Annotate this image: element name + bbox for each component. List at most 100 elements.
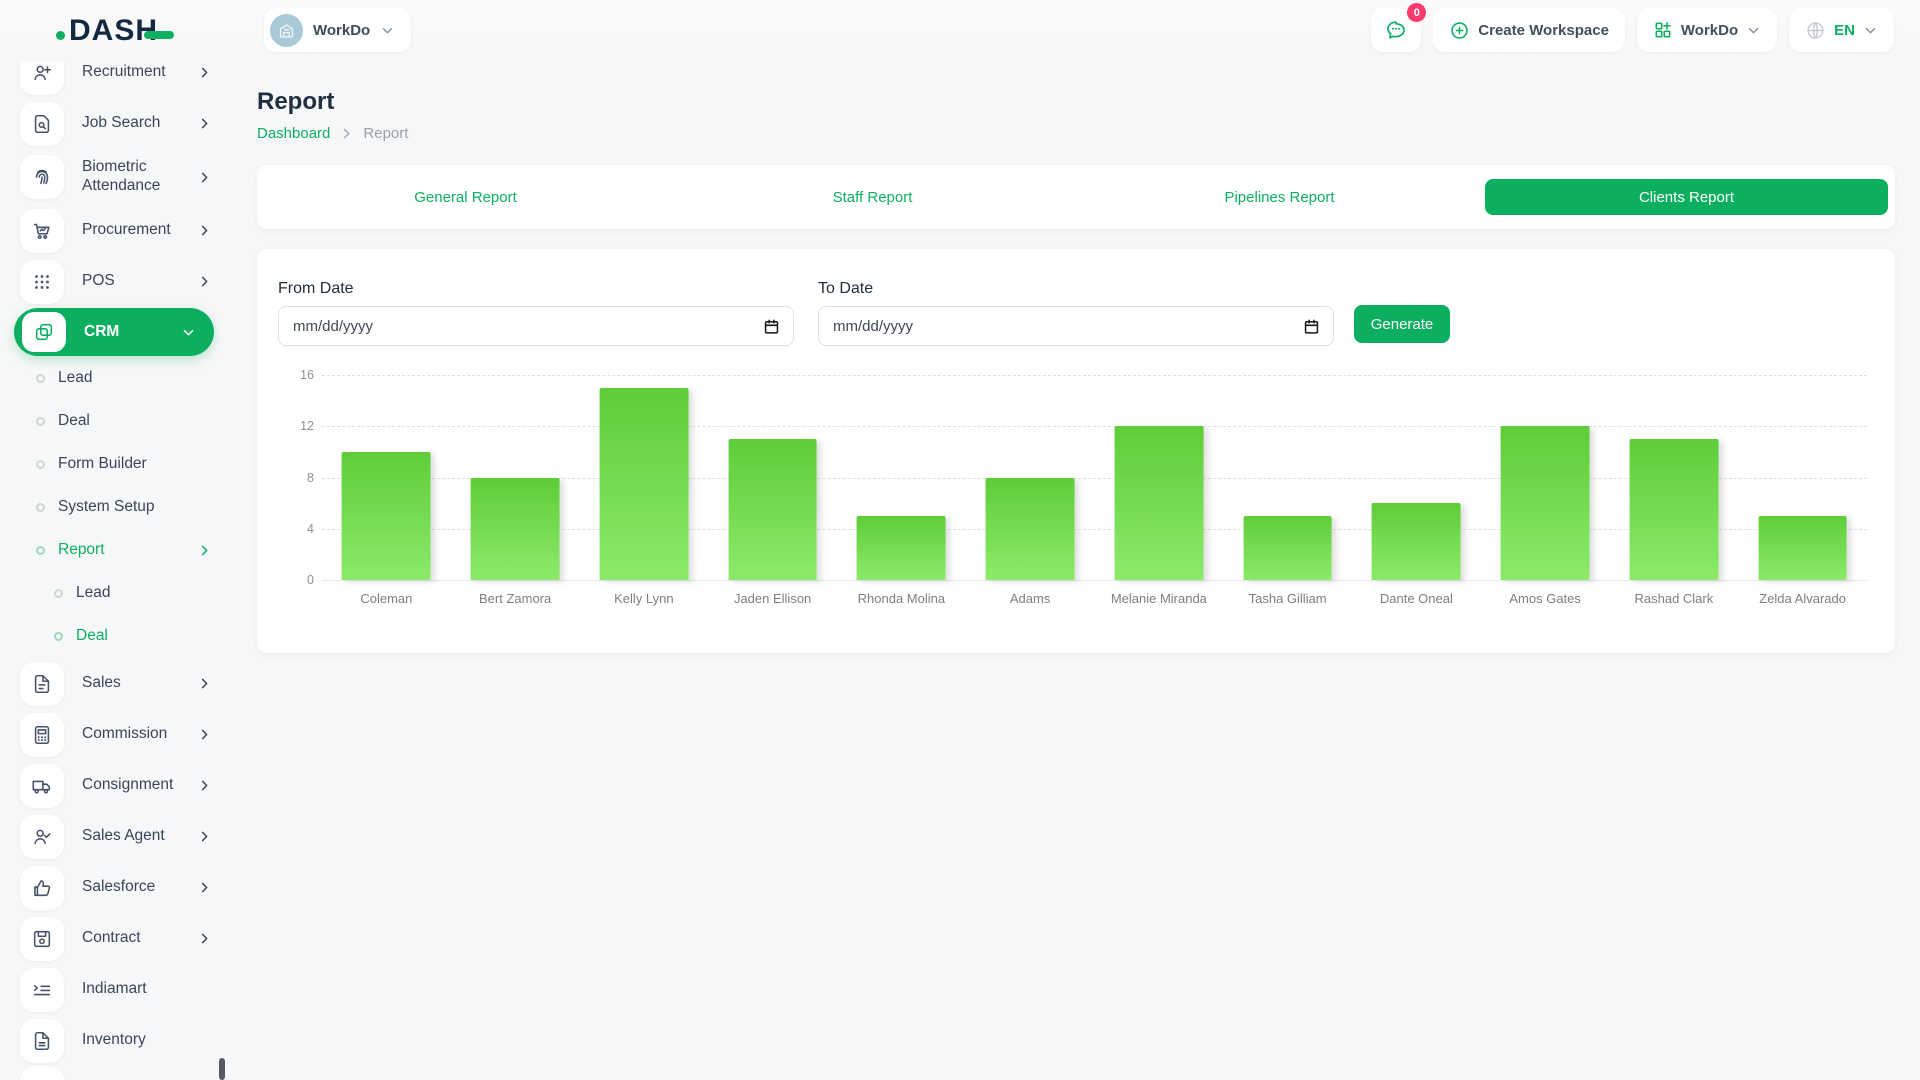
chart-x-label: Kelly Lynn (580, 591, 709, 606)
chart-x-label: Dante Oneal (1352, 591, 1481, 606)
sidebar-item-consignment[interactable]: Consignment (0, 760, 228, 811)
chart-bar-slot (451, 375, 580, 580)
sidebar-item-label: Inventory (82, 1031, 200, 1050)
chart-bar-jaden-ellison (728, 439, 817, 580)
sidebar-item-label: Consignment (82, 776, 200, 795)
tab-clients-report[interactable]: Clients Report (1485, 179, 1888, 215)
sidebar-subitem-deal[interactable]: Deal (0, 400, 228, 443)
chart-bar-adams (986, 478, 1075, 581)
chart-bar-slot (837, 375, 966, 580)
calendar-icon[interactable] (1302, 317, 1321, 336)
sidebar-subitem-label: Report (58, 541, 188, 560)
sidebar-item-biometric-attendance[interactable]: Biometric Attendance (0, 149, 228, 205)
chart-x-label: Rashad Clark (1610, 591, 1739, 606)
notification-badge: 0 (1407, 3, 1426, 22)
chevron-right-icon (339, 126, 354, 141)
chart-bar-slot (1352, 375, 1481, 580)
chart-bar-slot (1738, 375, 1867, 580)
sidebar-subitem-lead[interactable]: Lead (0, 572, 228, 615)
sidebar-item-job-search[interactable]: Job Search (0, 98, 228, 149)
sidebar-item-pos[interactable]: POS (0, 256, 228, 307)
sidebar-item-sales[interactable]: Sales (0, 658, 228, 709)
chart-y-tick-label: 12 (278, 419, 314, 433)
chart-bar-kelly-lynn (599, 388, 688, 580)
from-date-input[interactable] (278, 306, 794, 346)
grid-dots-icon (20, 260, 64, 304)
document-search-icon (20, 102, 64, 146)
chevron-right-icon (197, 223, 212, 238)
chart-x-label: Rhonda Molina (837, 591, 966, 606)
chevron-right-icon (197, 65, 212, 80)
tab-pipelines-report[interactable]: Pipelines Report (1078, 179, 1481, 215)
sidebar-scrollbar[interactable] (219, 1058, 225, 1080)
tab-general-report[interactable]: General Report (264, 179, 667, 215)
create-workspace-button[interactable]: Create Workspace (1433, 8, 1625, 52)
sidebar-item-inventory[interactable]: Inventory (0, 1015, 228, 1066)
sidebar-subitem-lead[interactable]: Lead (0, 357, 228, 400)
plus-circle-icon (1449, 20, 1470, 41)
to-date-input[interactable] (818, 306, 1334, 346)
chart-x-label: Adams (966, 591, 1095, 606)
chevron-right-icon (197, 829, 212, 844)
tab-staff-report[interactable]: Staff Report (671, 179, 1074, 215)
sidebar-item-sales-agent[interactable]: Sales Agent (0, 811, 228, 862)
sidebar-item-crm[interactable]: CRM (14, 307, 214, 357)
language-selector[interactable]: EN (1789, 8, 1894, 52)
chevron-right-icon (197, 778, 212, 793)
chart-bar-slot (1095, 375, 1224, 580)
building-icon (270, 14, 303, 47)
sidebar-item-label: Salesforce (82, 878, 200, 897)
sidebar-item-label: Biometric Attendance (82, 158, 200, 196)
breadcrumb-dashboard-link[interactable]: Dashboard (257, 125, 330, 142)
chart-bar-slot (580, 375, 709, 580)
sidebar-item-label: Sales Agent (82, 827, 200, 846)
sidebar-item-label: Indiamart (82, 980, 200, 999)
sidebar-item-procurement[interactable]: Procurement (0, 205, 228, 256)
sidebar-item-recruitment[interactable]: Recruitment (0, 61, 228, 98)
sidebar-subitem-deal[interactable]: Deal (0, 615, 228, 658)
chart-y-tick-label: 4 (278, 522, 314, 536)
sidebar-subitem-label: Deal (58, 412, 188, 431)
chevron-right-icon (197, 274, 212, 289)
logo-dash-icon (144, 31, 174, 39)
chart-x-label: Jaden Ellison (708, 591, 837, 606)
chart-bar-rashad-clark (1629, 439, 1718, 580)
app-switcher-button[interactable]: WorkDo (1637, 8, 1777, 52)
chevron-down-icon (1863, 23, 1878, 38)
chart-bar-bert-zamora (471, 478, 560, 581)
bullet-icon (54, 632, 63, 641)
app-logo[interactable]: DASH (56, 14, 174, 48)
sidebar-subitem-report[interactable]: Report (0, 529, 228, 572)
language-label: EN (1834, 22, 1855, 39)
to-date-field[interactable] (833, 318, 1302, 335)
person-add-icon (20, 61, 64, 95)
file-lines-icon (20, 1019, 64, 1063)
sidebar-subitem-system-setup[interactable]: System Setup (0, 486, 228, 529)
sidebar-item-commission[interactable]: Commission (0, 709, 228, 760)
chart-bar-slot (322, 375, 451, 580)
calendar-icon[interactable] (762, 317, 781, 336)
sidebar-item-contract[interactable]: Contract (0, 913, 228, 964)
from-date-field[interactable] (293, 318, 762, 335)
chat-icon (1384, 18, 1408, 42)
topbar-actions: 0 Create Workspace WorkDo EN (1371, 8, 1894, 52)
chevron-right-icon (197, 116, 212, 131)
generate-button[interactable]: Generate (1354, 305, 1450, 343)
chart-x-labels: ColemanBert ZamoraKelly LynnJaden Elliso… (322, 591, 1867, 606)
globe-icon (1805, 20, 1826, 41)
report-tabs: General ReportStaff ReportPipelines Repo… (257, 165, 1895, 229)
sidebar-item-indiamart[interactable]: Indiamart (0, 964, 228, 1015)
chart-x-label: Tasha Gilliam (1223, 591, 1352, 606)
workspace-selector[interactable]: WorkDo (264, 8, 411, 52)
bullet-icon (36, 503, 45, 512)
sidebar: RecruitmentJob Search Biometric Attendanc… (0, 61, 228, 1080)
crm-icon (22, 312, 66, 352)
sidebar-subitem-form-builder[interactable]: Form Builder (0, 443, 228, 486)
sidebar-subitem-label: Deal (76, 627, 206, 646)
sidebar-item-label: POS (82, 272, 200, 291)
chevron-right-icon (197, 931, 212, 946)
logo-dot-icon (56, 31, 65, 40)
file-icon (20, 662, 64, 706)
sidebar-item-salesforce[interactable]: Salesforce (0, 862, 228, 913)
messages-button[interactable]: 0 (1371, 8, 1421, 52)
